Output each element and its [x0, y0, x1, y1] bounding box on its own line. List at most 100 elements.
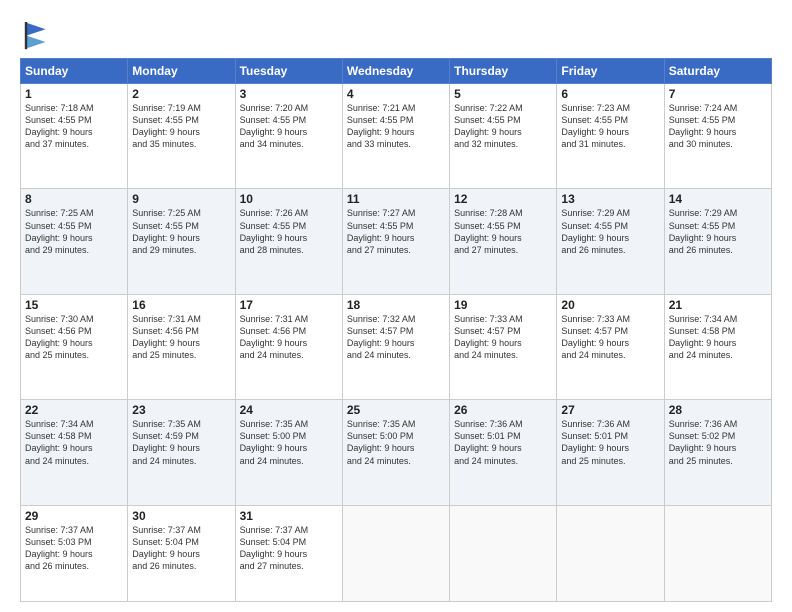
day-number: 4: [347, 87, 445, 101]
day-info: Sunrise: 7:36 AMSunset: 5:01 PMDaylight:…: [454, 418, 552, 467]
calendar-header: SundayMondayTuesdayWednesdayThursdayFrid…: [21, 59, 772, 84]
day-number: 20: [561, 298, 659, 312]
day-number: 9: [132, 192, 230, 206]
calendar-table: SundayMondayTuesdayWednesdayThursdayFrid…: [20, 58, 772, 602]
calendar-day-20: 20Sunrise: 7:33 AMSunset: 4:57 PMDayligh…: [557, 294, 664, 399]
calendar-day-12: 12Sunrise: 7:28 AMSunset: 4:55 PMDayligh…: [450, 189, 557, 294]
day-info: Sunrise: 7:35 AMSunset: 5:00 PMDaylight:…: [240, 418, 338, 467]
day-info: Sunrise: 7:36 AMSunset: 5:01 PMDaylight:…: [561, 418, 659, 467]
day-number: 2: [132, 87, 230, 101]
day-number: 7: [669, 87, 767, 101]
calendar-day-21: 21Sunrise: 7:34 AMSunset: 4:58 PMDayligh…: [664, 294, 771, 399]
calendar-day-5: 5Sunrise: 7:22 AMSunset: 4:55 PMDaylight…: [450, 84, 557, 189]
weekday-header-row: SundayMondayTuesdayWednesdayThursdayFrid…: [21, 59, 772, 84]
calendar-day-28: 28Sunrise: 7:36 AMSunset: 5:02 PMDayligh…: [664, 400, 771, 505]
day-number: 6: [561, 87, 659, 101]
empty-cell: [557, 505, 664, 601]
day-number: 3: [240, 87, 338, 101]
calendar-day-17: 17Sunrise: 7:31 AMSunset: 4:56 PMDayligh…: [235, 294, 342, 399]
weekday-header-saturday: Saturday: [664, 59, 771, 84]
calendar-day-31: 31Sunrise: 7:37 AMSunset: 5:04 PMDayligh…: [235, 505, 342, 601]
calendar-day-29: 29Sunrise: 7:37 AMSunset: 5:03 PMDayligh…: [21, 505, 128, 601]
calendar-day-18: 18Sunrise: 7:32 AMSunset: 4:57 PMDayligh…: [342, 294, 449, 399]
calendar-body: 1Sunrise: 7:18 AMSunset: 4:55 PMDaylight…: [21, 84, 772, 602]
day-info: Sunrise: 7:34 AMSunset: 4:58 PMDaylight:…: [25, 418, 123, 467]
calendar-day-3: 3Sunrise: 7:20 AMSunset: 4:55 PMDaylight…: [235, 84, 342, 189]
day-number: 29: [25, 509, 123, 523]
logo: [20, 18, 56, 50]
day-number: 22: [25, 403, 123, 417]
calendar-day-24: 24Sunrise: 7:35 AMSunset: 5:00 PMDayligh…: [235, 400, 342, 505]
weekday-header-tuesday: Tuesday: [235, 59, 342, 84]
empty-cell: [450, 505, 557, 601]
day-number: 8: [25, 192, 123, 206]
day-number: 1: [25, 87, 123, 101]
day-info: Sunrise: 7:27 AMSunset: 4:55 PMDaylight:…: [347, 207, 445, 256]
calendar-day-30: 30Sunrise: 7:37 AMSunset: 5:04 PMDayligh…: [128, 505, 235, 601]
day-info: Sunrise: 7:37 AMSunset: 5:03 PMDaylight:…: [25, 524, 123, 573]
day-info: Sunrise: 7:37 AMSunset: 5:04 PMDaylight:…: [132, 524, 230, 573]
weekday-header-wednesday: Wednesday: [342, 59, 449, 84]
calendar-day-1: 1Sunrise: 7:18 AMSunset: 4:55 PMDaylight…: [21, 84, 128, 189]
calendar-week-2: 8 Sunrise: 7:25 AMSunset: 4:55 PMDaylight…: [21, 189, 772, 294]
day-info: Sunrise: 7:25 AMSunset: 4:55 PMDaylight:…: [132, 207, 230, 256]
day-info: Sunrise: 7:24 AMSunset: 4:55 PMDaylight:…: [669, 102, 767, 151]
calendar-week-4: 22Sunrise: 7:34 AMSunset: 4:58 PMDayligh…: [21, 400, 772, 505]
day-number: 24: [240, 403, 338, 417]
calendar-day-9: 9Sunrise: 7:25 AMSunset: 4:55 PMDaylight…: [128, 189, 235, 294]
calendar-day-11: 11Sunrise: 7:27 AMSunset: 4:55 PMDayligh…: [342, 189, 449, 294]
day-number: 12: [454, 192, 552, 206]
calendar-day-14: 14Sunrise: 7:29 AMSunset: 4:55 PMDayligh…: [664, 189, 771, 294]
weekday-header-friday: Friday: [557, 59, 664, 84]
empty-cell: [664, 505, 771, 601]
calendar-day-25: 25Sunrise: 7:35 AMSunset: 5:00 PMDayligh…: [342, 400, 449, 505]
day-info: Sunrise: 7:33 AMSunset: 4:57 PMDaylight:…: [454, 313, 552, 362]
day-info: Sunrise: 7:34 AMSunset: 4:58 PMDaylight:…: [669, 313, 767, 362]
day-info: Sunrise: 7:26 AMSunset: 4:55 PMDaylight:…: [240, 207, 338, 256]
day-info: Sunrise: 7:20 AMSunset: 4:55 PMDaylight:…: [240, 102, 338, 151]
day-info: Sunrise: 7:29 AMSunset: 4:55 PMDaylight:…: [669, 207, 767, 256]
weekday-header-monday: Monday: [128, 59, 235, 84]
calendar-day-13: 13Sunrise: 7:29 AMSunset: 4:55 PMDayligh…: [557, 189, 664, 294]
generalblue-logo-icon: [20, 18, 52, 50]
calendar-day-23: 23Sunrise: 7:35 AMSunset: 4:59 PMDayligh…: [128, 400, 235, 505]
calendar-week-1: 1Sunrise: 7:18 AMSunset: 4:55 PMDaylight…: [21, 84, 772, 189]
day-number: 11: [347, 192, 445, 206]
weekday-header-thursday: Thursday: [450, 59, 557, 84]
header: [20, 18, 772, 50]
calendar-day-7: 7Sunrise: 7:24 AMSunset: 4:55 PMDaylight…: [664, 84, 771, 189]
calendar-day-27: 27Sunrise: 7:36 AMSunset: 5:01 PMDayligh…: [557, 400, 664, 505]
day-info: Sunrise: 7:28 AMSunset: 4:55 PMDaylight:…: [454, 207, 552, 256]
day-number: 21: [669, 298, 767, 312]
calendar-day-19: 19Sunrise: 7:33 AMSunset: 4:57 PMDayligh…: [450, 294, 557, 399]
day-number: 10: [240, 192, 338, 206]
calendar-day-6: 6Sunrise: 7:23 AMSunset: 4:55 PMDaylight…: [557, 84, 664, 189]
day-number: 25: [347, 403, 445, 417]
calendar-day-16: 16Sunrise: 7:31 AMSunset: 4:56 PMDayligh…: [128, 294, 235, 399]
day-number: 30: [132, 509, 230, 523]
day-info: Sunrise: 7:32 AMSunset: 4:57 PMDaylight:…: [347, 313, 445, 362]
calendar-day-4: 4Sunrise: 7:21 AMSunset: 4:55 PMDaylight…: [342, 84, 449, 189]
day-number: 18: [347, 298, 445, 312]
day-number: 17: [240, 298, 338, 312]
day-number: 26: [454, 403, 552, 417]
day-info: Sunrise: 7:22 AMSunset: 4:55 PMDaylight:…: [454, 102, 552, 151]
day-number: 23: [132, 403, 230, 417]
day-info: Sunrise: 7:21 AMSunset: 4:55 PMDaylight:…: [347, 102, 445, 151]
calendar-week-5: 29Sunrise: 7:37 AMSunset: 5:03 PMDayligh…: [21, 505, 772, 601]
day-number: 16: [132, 298, 230, 312]
day-number: 28: [669, 403, 767, 417]
day-info: Sunrise: 7:18 AMSunset: 4:55 PMDaylight:…: [25, 102, 123, 151]
empty-cell: [342, 505, 449, 601]
day-info: Sunrise: 7:33 AMSunset: 4:57 PMDaylight:…: [561, 313, 659, 362]
calendar-day-8: 8Sunrise: 7:25 AMSunset: 4:55 PMDaylight…: [21, 189, 128, 294]
day-info: Sunrise: 7:35 AMSunset: 4:59 PMDaylight:…: [132, 418, 230, 467]
day-number: 13: [561, 192, 659, 206]
day-number: 15: [25, 298, 123, 312]
calendar-day-10: 10Sunrise: 7:26 AMSunset: 4:55 PMDayligh…: [235, 189, 342, 294]
day-info: Sunrise: 7:23 AMSunset: 4:55 PMDaylight:…: [561, 102, 659, 151]
day-info: Sunrise: 7:30 AMSunset: 4:56 PMDaylight:…: [25, 313, 123, 362]
calendar-day-26: 26Sunrise: 7:36 AMSunset: 5:01 PMDayligh…: [450, 400, 557, 505]
day-info: Sunrise: 7:29 AMSunset: 4:55 PMDaylight:…: [561, 207, 659, 256]
day-number: 27: [561, 403, 659, 417]
